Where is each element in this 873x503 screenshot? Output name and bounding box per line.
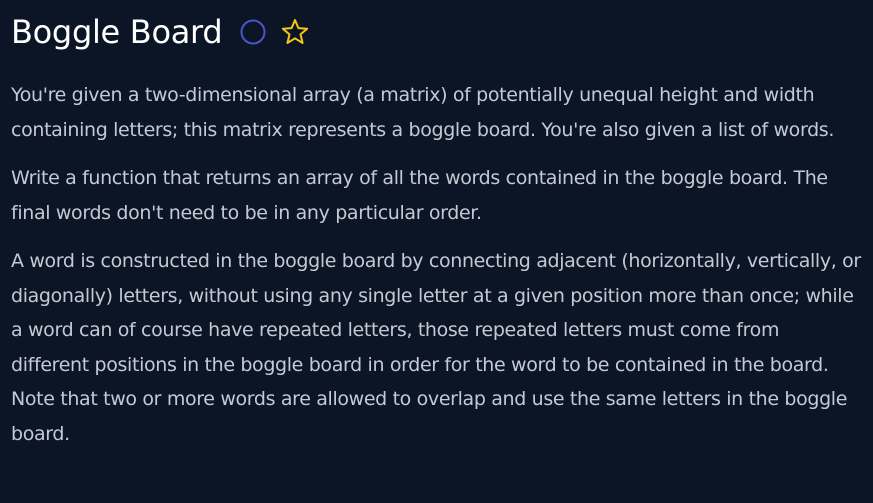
description-paragraph: A word is constructed in the boggle boar… (11, 250, 861, 445)
problem-title: Boggle Board (11, 13, 223, 51)
description-paragraph: You're given a two-dimensional array (a … (11, 84, 835, 141)
title-row: Boggle Board (11, 8, 861, 56)
star-icon[interactable] (280, 17, 310, 47)
description-paragraph: Write a function that returns an array o… (11, 167, 828, 224)
problem-panel: Boggle Board You're given a two-dimensio… (0, 0, 873, 503)
circle-status-icon[interactable] (240, 19, 266, 45)
